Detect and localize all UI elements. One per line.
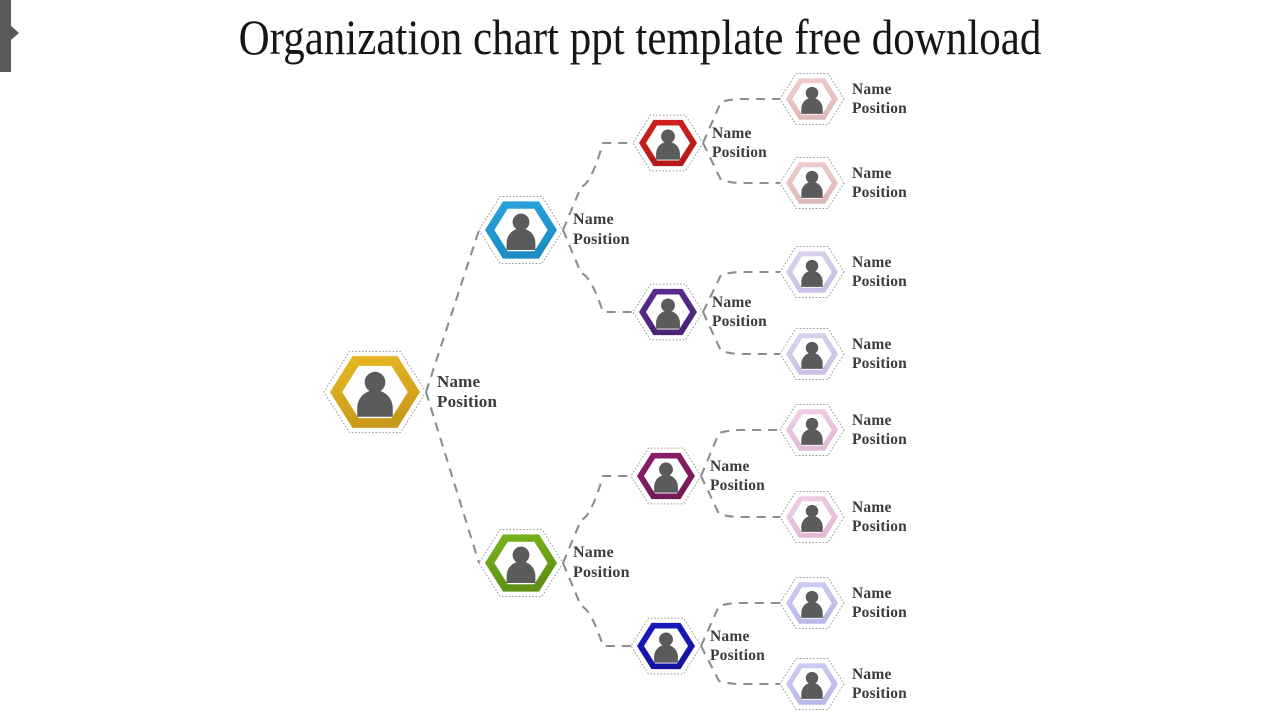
node-name: Name [852,665,892,683]
node-name: Name [712,293,752,311]
node-label: Name Position [710,457,765,496]
person-hexagon-badge[interactable] [632,276,704,348]
org-node-leaf-1[interactable]: Name Position [779,66,907,132]
node-label: Name Position [712,124,767,163]
node-position: Position [573,231,630,248]
node-name: Name [573,544,614,561]
person-hexagon-badge[interactable] [323,340,427,444]
node-position: Position [852,518,907,535]
node-position: Position [437,392,498,411]
node-label: Name Position [573,210,630,250]
node-label: Name Position [852,80,907,119]
node-label: Name Position [852,665,907,704]
node-name: Name [852,164,892,182]
org-node-leaf-7[interactable]: Name Position [779,570,907,636]
node-position: Position [710,477,765,494]
node-position: Position [852,431,907,448]
person-hexagon-badge[interactable] [779,397,845,463]
person-hexagon-badge[interactable] [779,570,845,636]
node-name: Name [852,498,892,516]
org-node-l3-a[interactable]: Name Position [632,107,767,179]
node-name: Name [852,411,892,429]
node-label: Name Position [852,253,907,292]
org-node-l2-top[interactable]: Name Position [478,187,630,273]
node-label: Name Position [852,498,907,537]
node-name: Name [437,371,481,391]
org-node-root[interactable]: Name Position [323,340,497,444]
node-label: Name Position [437,372,497,413]
edge-tab-arrow-icon [11,26,19,40]
node-position: Position [710,647,765,664]
person-hexagon-badge[interactable] [478,520,564,606]
left-edge-tab[interactable] [0,0,19,72]
page-title: Organization chart ppt template free dow… [238,9,1042,65]
node-position: Position [852,100,907,117]
node-position: Position [852,273,907,290]
node-label: Name Position [852,584,907,623]
org-node-leaf-5[interactable]: Name Position [779,397,907,463]
node-label: Name Position [852,164,907,203]
person-hexagon-badge[interactable] [779,150,845,216]
node-position: Position [573,564,630,581]
node-position: Position [852,355,907,372]
person-hexagon-badge[interactable] [779,484,845,550]
node-name: Name [710,457,750,475]
person-hexagon-badge[interactable] [779,651,845,717]
node-position: Position [852,184,907,201]
slide-canvas: Organization chart ppt template free dow… [0,0,1280,720]
org-node-l3-d[interactable]: Name Position [630,610,765,682]
node-name: Name [710,627,750,645]
node-position: Position [852,604,907,621]
person-hexagon-badge[interactable] [478,187,564,273]
node-label: Name Position [710,627,765,666]
node-position: Position [712,144,767,161]
person-hexagon-badge[interactable] [779,66,845,132]
org-node-leaf-8[interactable]: Name Position [779,651,907,717]
node-name: Name [852,253,892,271]
person-hexagon-badge[interactable] [779,321,845,387]
node-label: Name Position [712,293,767,332]
node-label: Name Position [852,411,907,450]
org-node-leaf-6[interactable]: Name Position [779,484,907,550]
node-position: Position [852,685,907,702]
person-hexagon-badge[interactable] [630,440,702,512]
node-position: Position [712,313,767,330]
node-name: Name [573,211,614,228]
org-node-leaf-2[interactable]: Name Position [779,150,907,216]
person-hexagon-badge[interactable] [779,239,845,305]
org-node-l2-bottom[interactable]: Name Position [478,520,630,606]
node-name: Name [712,124,752,142]
node-name: Name [852,335,892,353]
person-hexagon-badge[interactable] [632,107,704,179]
org-node-leaf-4[interactable]: Name Position [779,321,907,387]
org-node-l3-b[interactable]: Name Position [632,276,767,348]
org-node-leaf-3[interactable]: Name Position [779,239,907,305]
node-name: Name [852,80,892,98]
node-name: Name [852,584,892,602]
org-node-l3-c[interactable]: Name Position [630,440,765,512]
node-label: Name Position [852,335,907,374]
person-hexagon-badge[interactable] [630,610,702,682]
node-label: Name Position [573,543,630,583]
